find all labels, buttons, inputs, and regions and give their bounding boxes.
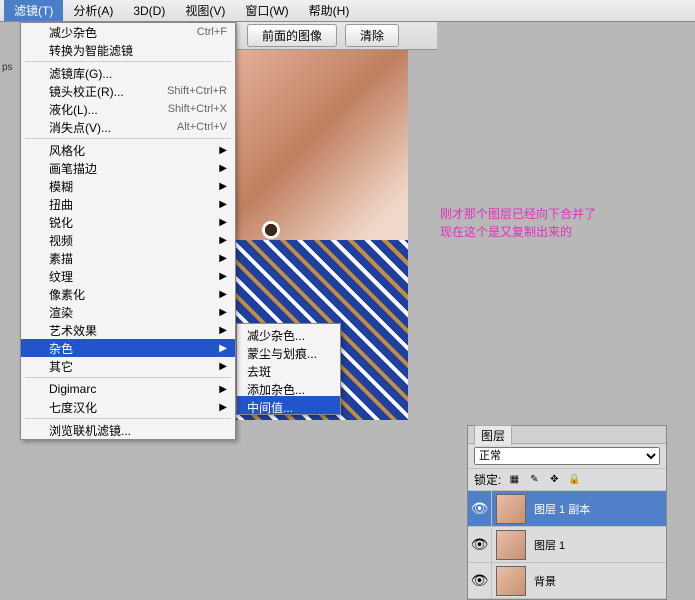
- lock-transparent-icon[interactable]: ▦: [507, 473, 521, 487]
- menu-vanishing-point[interactable]: 消失点(V)...Alt+Ctrl+V: [21, 118, 235, 136]
- layers-tab[interactable]: 图层: [474, 425, 512, 445]
- menu-filter-gallery[interactable]: 滤镜库(G)...: [21, 64, 235, 82]
- menu-browse-online[interactable]: 浏览联机滤镜...: [21, 421, 235, 439]
- visibility-eye-icon[interactable]: 👁: [468, 527, 492, 563]
- annotation-text: 刚才那个图层已经向下合并了 现在这个是又复制出来的: [440, 205, 596, 241]
- blend-mode-select[interactable]: 正常: [474, 447, 660, 465]
- chevron-right-icon: ▶: [219, 384, 227, 395]
- menu-sketch[interactable]: 素描▶: [21, 249, 235, 267]
- separator: [25, 418, 231, 419]
- noise-submenu: 减少杂色... 蒙尘与划痕... 去斑 添加杂色... 中间值...: [236, 323, 341, 415]
- chevron-right-icon: ▶: [219, 235, 227, 246]
- menu-filter[interactable]: 滤镜(T): [4, 0, 63, 21]
- menu-noise[interactable]: 杂色▶: [21, 339, 235, 357]
- menu-video[interactable]: 视频▶: [21, 231, 235, 249]
- chevron-right-icon: ▶: [219, 163, 227, 174]
- separator: [25, 61, 231, 62]
- layer-thumbnail[interactable]: [496, 494, 526, 524]
- menu-digimarc[interactable]: Digimarc▶: [21, 380, 235, 398]
- layer-thumbnail[interactable]: [496, 530, 526, 560]
- layer-thumbnail[interactable]: [496, 566, 526, 596]
- layer-name[interactable]: 背景: [530, 573, 666, 589]
- menu-other[interactable]: 其它▶: [21, 357, 235, 375]
- menu-sharpen[interactable]: 锐化▶: [21, 213, 235, 231]
- menubar: 滤镜(T) 分析(A) 3D(D) 视图(V) 窗口(W) 帮助(H): [0, 0, 695, 22]
- submenu-despeckle[interactable]: 去斑: [237, 360, 340, 378]
- layer-item[interactable]: 👁 图层 1 副本: [468, 491, 666, 527]
- layer-item[interactable]: 👁 图层 1: [468, 527, 666, 563]
- chevron-right-icon: ▶: [219, 199, 227, 210]
- options-bar: 前面的图像 清除: [237, 22, 437, 50]
- submenu-add-noise[interactable]: 添加杂色...: [237, 378, 340, 396]
- menu-reduce-noise[interactable]: 减少杂色Ctrl+F: [21, 23, 235, 41]
- layers-panel: 图层 正常 锁定: ▦ ✎ ✥ 🔒 👁 图层 1 副本 👁 图层 1 👁 背景: [467, 425, 667, 600]
- menu-3d[interactable]: 3D(D): [123, 2, 175, 20]
- clear-button[interactable]: 清除: [345, 24, 399, 47]
- menu-brush-strokes[interactable]: 画笔描边▶: [21, 159, 235, 177]
- layer-name[interactable]: 图层 1 副本: [530, 501, 666, 517]
- chevron-right-icon: ▶: [219, 307, 227, 318]
- menu-convert-smart[interactable]: 转换为智能滤镜: [21, 41, 235, 59]
- chevron-right-icon: ▶: [219, 271, 227, 282]
- filter-dropdown: 减少杂色Ctrl+F 转换为智能滤镜 滤镜库(G)... 镜头校正(R)...S…: [20, 22, 236, 440]
- menu-pixelate[interactable]: 像素化▶: [21, 285, 235, 303]
- portrait-eye: [254, 220, 288, 240]
- chevron-right-icon: ▶: [219, 253, 227, 264]
- chevron-right-icon: ▶: [219, 181, 227, 192]
- submenu-reduce-noise[interactable]: 减少杂色...: [237, 324, 340, 342]
- menu-lens-correction[interactable]: 镜头校正(R)...Shift+Ctrl+R: [21, 82, 235, 100]
- layer-name[interactable]: 图层 1: [530, 537, 666, 553]
- menu-blur[interactable]: 模糊▶: [21, 177, 235, 195]
- visibility-eye-icon[interactable]: 👁: [468, 563, 492, 599]
- lock-row: 锁定: ▦ ✎ ✥ 🔒: [468, 469, 666, 491]
- chevron-right-icon: ▶: [219, 325, 227, 336]
- lock-all-icon[interactable]: 🔒: [567, 473, 581, 487]
- visibility-eye-icon[interactable]: 👁: [468, 491, 492, 527]
- lock-pixels-icon[interactable]: ✎: [527, 473, 541, 487]
- chevron-right-icon: ▶: [219, 343, 227, 354]
- document-tab[interactable]: ps: [2, 62, 13, 73]
- menu-distort[interactable]: 扭曲▶: [21, 195, 235, 213]
- prev-image-button[interactable]: 前面的图像: [247, 24, 337, 47]
- menu-help[interactable]: 帮助(H): [299, 0, 360, 21]
- chevron-right-icon: ▶: [219, 289, 227, 300]
- menu-liquify[interactable]: 液化(L)...Shift+Ctrl+X: [21, 100, 235, 118]
- menu-artistic[interactable]: 艺术效果▶: [21, 321, 235, 339]
- submenu-dust-scratches[interactable]: 蒙尘与划痕...: [237, 342, 340, 360]
- menu-render[interactable]: 渲染▶: [21, 303, 235, 321]
- lock-position-icon[interactable]: ✥: [547, 473, 561, 487]
- menu-texture[interactable]: 纹理▶: [21, 267, 235, 285]
- menu-qidu[interactable]: 七度汉化▶: [21, 398, 235, 416]
- menu-window[interactable]: 窗口(W): [235, 0, 298, 21]
- chevron-right-icon: ▶: [219, 145, 227, 156]
- menu-view[interactable]: 视图(V): [175, 0, 235, 21]
- menu-stylize[interactable]: 风格化▶: [21, 141, 235, 159]
- chevron-right-icon: ▶: [219, 217, 227, 228]
- submenu-median[interactable]: 中间值...: [237, 396, 340, 414]
- chevron-right-icon: ▶: [219, 361, 227, 372]
- layer-item[interactable]: 👁 背景: [468, 563, 666, 599]
- layers-panel-header: 图层: [468, 426, 666, 444]
- separator: [25, 138, 231, 139]
- chevron-right-icon: ▶: [219, 402, 227, 413]
- menu-analysis[interactable]: 分析(A): [63, 0, 123, 21]
- separator: [25, 377, 231, 378]
